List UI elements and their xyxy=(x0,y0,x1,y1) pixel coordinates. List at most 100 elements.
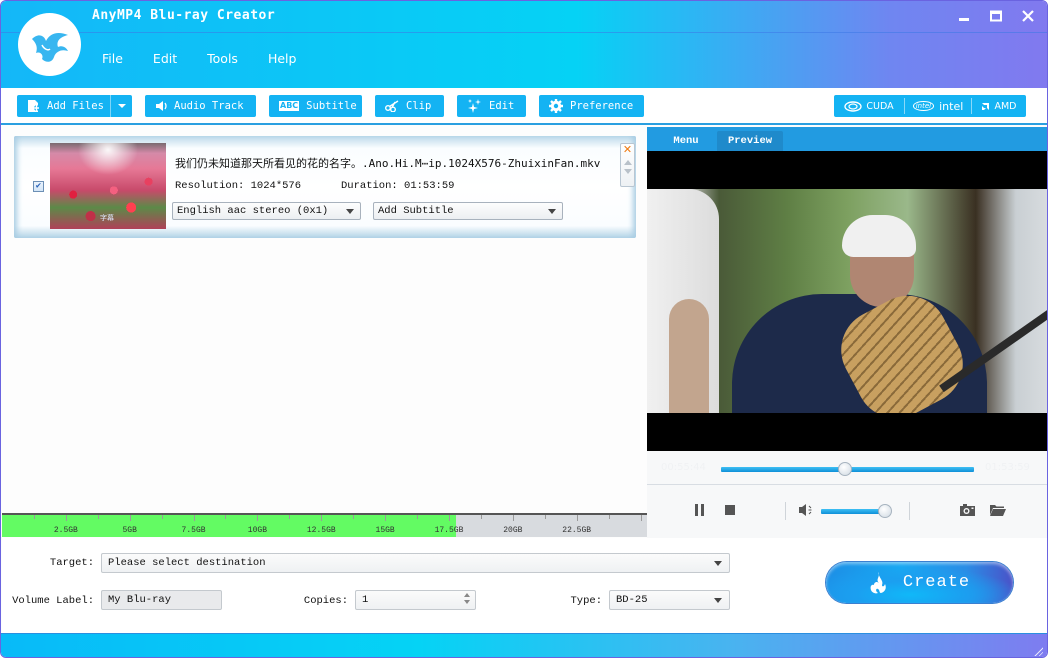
audio-track-label: Audio Track xyxy=(174,100,244,112)
title-bar: AnyMP4 Blu-ray Creator File Edit Tools H… xyxy=(1,1,1047,88)
menu-bar: File Edit Tools Help xyxy=(91,51,315,66)
capacity-tick xyxy=(608,515,610,519)
resolution-value: 1024*576 xyxy=(250,180,302,192)
menu-tools[interactable]: Tools xyxy=(196,51,249,66)
minimize-button[interactable] xyxy=(955,7,973,25)
capacity-tick xyxy=(289,515,291,519)
add-files-label: Add Files xyxy=(47,100,104,112)
create-label: Create xyxy=(902,573,971,592)
capacity-tick-label: 10GB xyxy=(247,526,268,535)
tab-menu[interactable]: Menu xyxy=(656,131,716,151)
subtitle-select[interactable]: Add Subtitle xyxy=(373,202,563,220)
copies-spinbox[interactable]: 1 xyxy=(355,590,476,610)
menu-file[interactable]: File xyxy=(91,51,134,66)
video-preview xyxy=(647,151,1047,451)
capacity-tick-label: 2.5GB xyxy=(53,526,78,535)
edit-button[interactable]: Edit xyxy=(457,95,526,117)
file-checkbox[interactable]: ✔ xyxy=(33,181,44,192)
volume-icon xyxy=(799,504,812,516)
pause-button[interactable] xyxy=(695,504,705,516)
app-title: AnyMP4 Blu-ray Creator xyxy=(92,8,276,23)
chevron-down-icon xyxy=(548,209,556,214)
seek-handle[interactable] xyxy=(837,462,852,476)
move-down-icon[interactable] xyxy=(623,169,632,174)
disc-type-select[interactable]: BD-25 xyxy=(609,590,730,610)
capacity-tick xyxy=(161,515,163,519)
intel-logo-icon: intel xyxy=(912,101,935,111)
file-duration: Duration: 01:53:59 xyxy=(341,180,454,192)
menu-help[interactable]: Help xyxy=(257,51,308,66)
capacity-tick xyxy=(480,515,482,519)
chevron-down-icon xyxy=(346,209,354,214)
folder-icon xyxy=(990,505,1006,516)
file-list: ✔ 字幕 我们仍未知道那天所看见的花的名字。.Ano.Hi.M⋯ip.1024X… xyxy=(2,127,647,513)
preference-button[interactable]: Preference xyxy=(539,95,644,117)
nvidia-eye-icon xyxy=(844,100,863,112)
capacity-tick xyxy=(640,515,642,521)
audio-track-select[interactable]: English aac stereo (0x1) xyxy=(172,202,361,220)
copies-value: 1 xyxy=(362,594,369,606)
flame-bird-icon xyxy=(31,32,68,62)
add-files-dropdown[interactable] xyxy=(110,95,132,117)
control-divider xyxy=(785,502,786,520)
tab-preview[interactable]: Preview xyxy=(717,131,783,151)
maximize-button[interactable] xyxy=(987,7,1005,25)
resize-grip-icon[interactable] xyxy=(1033,646,1043,656)
mute-button[interactable] xyxy=(799,504,815,516)
target-value: Please select destination xyxy=(108,557,266,569)
capacity-tick xyxy=(193,515,195,521)
capacity-tick xyxy=(321,515,323,521)
spinner-arrows-icon[interactable] xyxy=(464,593,470,604)
remove-item-icon[interactable]: ✕ xyxy=(623,144,632,156)
duration-label: Duration: xyxy=(341,180,398,192)
audio-track-button[interactable]: Audio Track xyxy=(145,95,256,117)
seek-bar-row: 00:55:44 01:53:59 xyxy=(647,451,1047,485)
menu-edit[interactable]: Edit xyxy=(142,51,188,66)
add-files-button[interactable]: Add Files xyxy=(17,95,115,117)
status-bar xyxy=(1,633,1047,657)
capacity-tick xyxy=(544,515,546,519)
close-button[interactable] xyxy=(1019,7,1037,25)
stop-button[interactable] xyxy=(725,505,735,515)
open-folder-button[interactable] xyxy=(990,504,1006,516)
amd-toggle[interactable]: AMD xyxy=(972,95,1026,117)
capacity-tick xyxy=(225,515,227,519)
disc-type-value: BD-25 xyxy=(616,594,648,606)
volume-handle[interactable] xyxy=(878,504,893,518)
maximize-icon xyxy=(990,10,1002,22)
intel-toggle[interactable]: intel intel xyxy=(905,95,971,117)
clip-button[interactable]: Clip xyxy=(375,95,444,117)
volume-label-input[interactable]: My Blu-ray xyxy=(101,590,222,610)
pause-icon xyxy=(695,504,704,516)
window-controls xyxy=(955,7,1037,25)
sparkle-icon xyxy=(467,99,482,113)
add-file-icon xyxy=(27,99,40,113)
cuda-toggle[interactable]: CUDA xyxy=(834,95,904,117)
stop-icon xyxy=(725,505,735,515)
preference-label: Preference xyxy=(570,100,634,112)
file-list-item[interactable]: ✔ 字幕 我们仍未知道那天所看见的花的名字。.Ano.Hi.M⋯ip.1024X… xyxy=(14,136,636,238)
speaker-icon xyxy=(155,100,167,112)
capacity-tick xyxy=(97,515,99,519)
capacity-tick-label: 15GB xyxy=(375,526,395,535)
target-label: Target: xyxy=(49,557,94,569)
capacity-tick-label: 5GB xyxy=(122,526,137,535)
subtitle-label: Subtitle xyxy=(306,100,357,112)
type-label: Type: xyxy=(570,595,602,607)
app-logo xyxy=(18,13,81,76)
item-controls: ✕ xyxy=(620,143,635,187)
snapshot-button[interactable] xyxy=(960,504,975,516)
target-select[interactable]: Please select destination xyxy=(101,553,730,573)
control-divider xyxy=(909,502,910,520)
capacity-tick xyxy=(448,515,450,521)
capacity-tick xyxy=(65,515,67,521)
subtitle-button[interactable]: ABC Subtitle xyxy=(269,95,362,117)
capacity-tick-label: 20GB xyxy=(503,526,523,535)
capacity-tick xyxy=(257,515,259,521)
capacity-tick-label: 7.5GB xyxy=(181,526,206,535)
cuda-label: CUDA xyxy=(866,100,894,112)
capacity-tick xyxy=(417,515,419,519)
volume-label-label: Volume Label: xyxy=(12,595,94,607)
create-button[interactable]: Create xyxy=(826,562,1013,603)
move-up-icon[interactable] xyxy=(623,160,632,165)
